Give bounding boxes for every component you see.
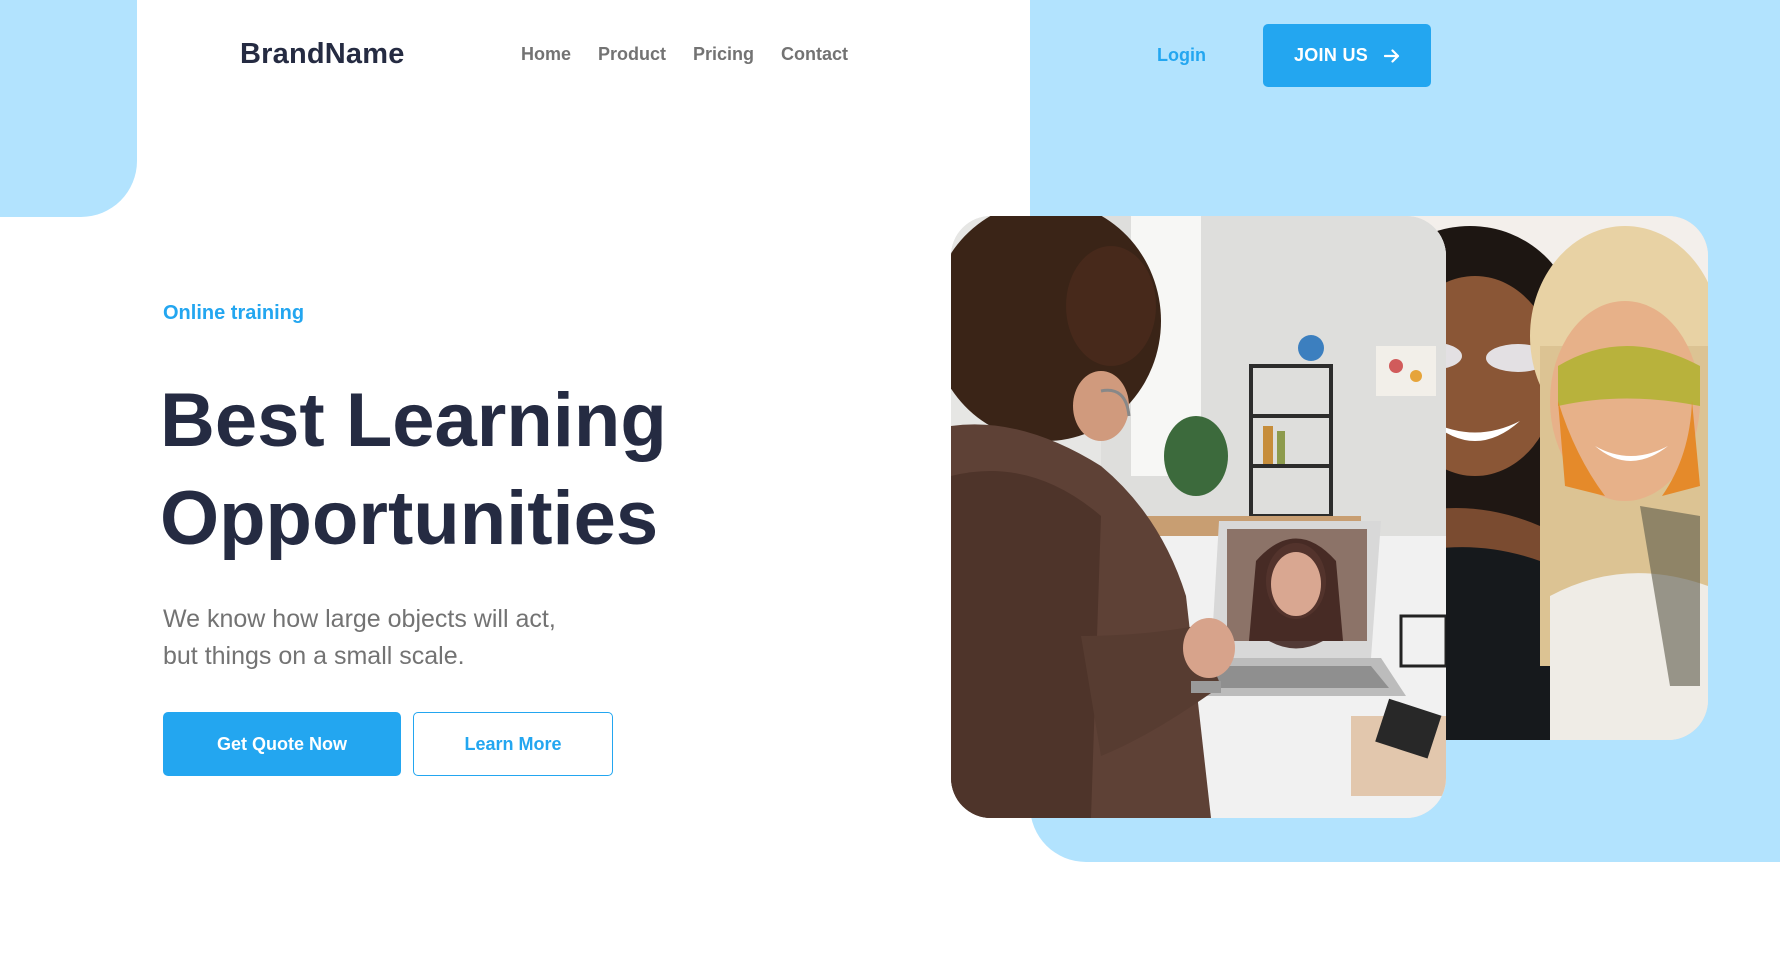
corner-decoration [0,0,137,217]
hero-description-line-1: We know how large objects will act, [163,605,556,633]
hero-title: Best Learning Opportunities [160,372,760,568]
student-video-call-photo [951,216,1446,818]
hero-title-line-2: Opportunities [160,476,659,561]
join-us-button[interactable]: JOIN US [1263,24,1431,87]
join-us-label: JOIN US [1293,45,1369,65]
hero-eyebrow: Online training [163,302,305,324]
brand-logo[interactable]: BrandName [240,38,405,71]
arrow-right-icon [1384,48,1400,63]
hero-description: We know how large objects will act, but … [163,601,683,675]
hero-description-line-2: but things on a small scale. [163,642,465,670]
hero-title-line-1: Best Learning [160,378,667,463]
get-quote-button[interactable]: Get Quote Now [163,712,401,776]
nav-item-home[interactable]: Home [521,44,571,65]
nav-item-contact[interactable]: Contact [781,44,848,65]
login-link[interactable]: Login [1157,45,1206,66]
main-nav: Home Product Pricing Contact [521,44,848,65]
nav-item-pricing[interactable]: Pricing [693,44,754,65]
two-women-face-mask-photo [1400,216,1708,740]
nav-item-product[interactable]: Product [598,44,666,65]
learn-more-button[interactable]: Learn More [413,712,613,776]
landing-page: BrandName Home Product Pricing Contact L… [0,0,1780,960]
